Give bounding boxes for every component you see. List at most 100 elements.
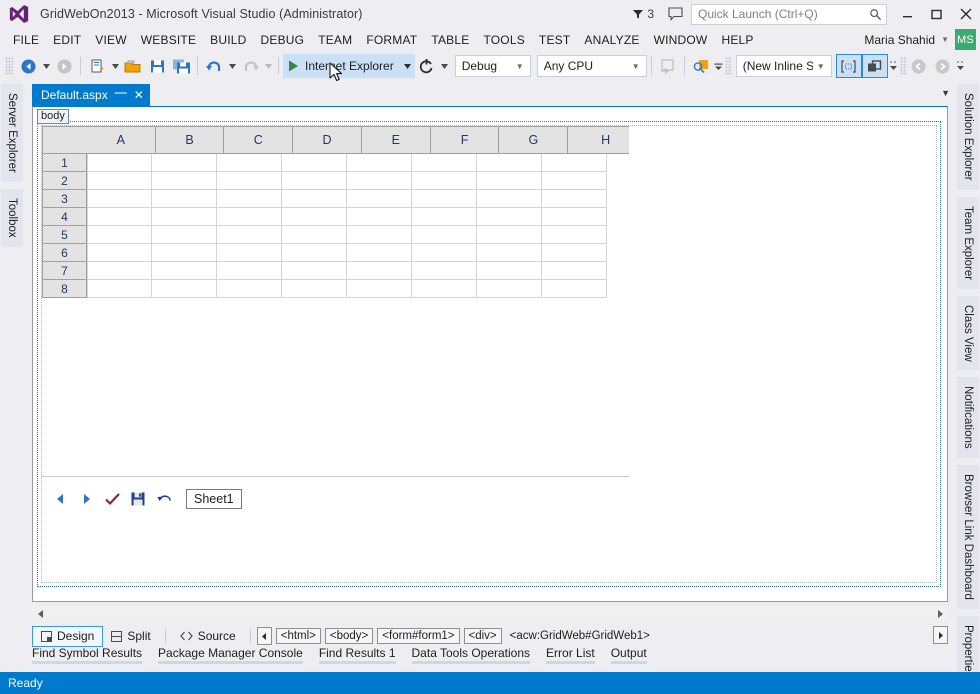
cell-e8[interactable] <box>347 280 412 298</box>
menu-item-tools[interactable]: TOOLS <box>476 31 531 49</box>
cell-e3[interactable] <box>347 190 412 208</box>
menu-item-website[interactable]: WEBSITE <box>134 31 203 49</box>
cell-e2[interactable] <box>347 172 412 190</box>
cell-e4[interactable] <box>347 208 412 226</box>
cell-h2[interactable] <box>542 172 607 190</box>
select-tag-toggle[interactable] <box>835 54 862 78</box>
refresh-button[interactable] <box>415 54 439 78</box>
undo-grid-button[interactable] <box>156 490 172 508</box>
maximize-button[interactable] <box>922 1 951 27</box>
row-header-6[interactable]: 6 <box>42 244 87 262</box>
cell-e7[interactable] <box>347 262 412 280</box>
breadcrumb-div[interactable]: <div> <box>463 628 502 644</box>
chevron-down-icon[interactable]: ▼ <box>628 62 644 71</box>
column-header-c[interactable]: C <box>224 126 294 154</box>
cell-g7[interactable] <box>477 262 542 280</box>
column-header-d[interactable]: D <box>293 126 362 154</box>
bottom-tab-package-manager-console[interactable]: Package Manager Console <box>150 644 311 664</box>
toolbar-overflow-grip-2[interactable] <box>899 57 907 75</box>
cell-b3[interactable] <box>152 190 217 208</box>
breadcrumb-next-button[interactable] <box>933 626 948 644</box>
find-in-files-button[interactable] <box>689 54 713 78</box>
cell-f5[interactable] <box>412 226 477 244</box>
redo-button[interactable] <box>238 54 262 78</box>
cell-f2[interactable] <box>412 172 477 190</box>
redo-dropdown[interactable] <box>262 54 274 78</box>
menu-item-analyze[interactable]: ANALYZE <box>577 31 646 49</box>
search-icon[interactable] <box>869 8 882 21</box>
refresh-dropdown[interactable] <box>439 54 451 78</box>
avatar[interactable]: MS <box>955 29 976 50</box>
cell-a4[interactable] <box>87 208 152 226</box>
row-header-7[interactable]: 7 <box>42 262 87 280</box>
cell-c2[interactable] <box>217 172 282 190</box>
cell-b5[interactable] <box>152 226 217 244</box>
gridweb-control[interactable]: A B C D E F G H 1 2 3 4 5 6 7 8 Sheet1 <box>42 126 644 524</box>
gridweb-vertical-scrollbar[interactable] <box>629 126 644 524</box>
new-item-dropdown[interactable] <box>109 54 121 78</box>
notification-indicator[interactable]: 3 <box>632 7 654 21</box>
cell-g6[interactable] <box>477 244 542 262</box>
row-header-5[interactable]: 5 <box>42 226 87 244</box>
cell-a5[interactable] <box>87 226 152 244</box>
cell-f6[interactable] <box>412 244 477 262</box>
menu-item-edit[interactable]: EDIT <box>46 31 88 49</box>
cell-b1[interactable] <box>152 154 217 172</box>
column-header-b[interactable]: B <box>155 126 225 154</box>
cell-h3[interactable] <box>542 190 607 208</box>
chevron-down-icon[interactable]: ▼ <box>512 62 528 71</box>
cell-c5[interactable] <box>217 226 282 244</box>
menu-item-build[interactable]: BUILD <box>203 31 253 49</box>
cell-d2[interactable] <box>282 172 347 190</box>
designer-horizontal-scrollbar[interactable] <box>32 606 948 622</box>
open-file-button[interactable] <box>121 54 145 78</box>
cell-h6[interactable] <box>542 244 607 262</box>
cell-d6[interactable] <box>282 244 347 262</box>
quick-launch-box[interactable] <box>691 3 887 25</box>
dock-tab-server-explorer[interactable]: Server Explorer <box>1 84 23 182</box>
close-icon[interactable]: ✕ <box>134 89 144 101</box>
column-header-e[interactable]: E <box>361 126 431 154</box>
cell-e1[interactable] <box>347 154 412 172</box>
start-debug-dropdown[interactable] <box>399 54 415 78</box>
style-overflow-button[interactable] <box>888 54 900 78</box>
save-all-button[interactable] <box>169 54 193 78</box>
navigate-forward-button[interactable] <box>52 54 76 78</box>
chevron-down-icon[interactable]: ▼ <box>941 35 949 44</box>
cell-f3[interactable] <box>412 190 477 208</box>
cell-d1[interactable] <box>282 154 347 172</box>
cell-e5[interactable] <box>347 226 412 244</box>
cell-h5[interactable] <box>542 226 607 244</box>
document-tab-default-aspx[interactable]: Default.aspx ⎻ ✕ <box>32 84 150 106</box>
undo-button[interactable] <box>202 54 226 78</box>
gridweb-select-all-corner[interactable] <box>42 126 87 154</box>
bottom-tab-find-symbol-results[interactable]: Find Symbol Results <box>24 644 150 664</box>
chevron-down-icon[interactable]: ▼ <box>813 62 829 71</box>
sheet-tab-sheet1[interactable]: Sheet1 <box>186 489 242 509</box>
close-button[interactable] <box>951 1 980 27</box>
cell-c6[interactable] <box>217 244 282 262</box>
breadcrumb-body[interactable]: <body> <box>324 628 374 644</box>
cell-a7[interactable] <box>87 262 152 280</box>
cell-g5[interactable] <box>477 226 542 244</box>
bottom-tab-data-tools-operations[interactable]: Data Tools Operations <box>404 644 539 664</box>
new-item-button[interactable] <box>85 54 109 78</box>
cell-b2[interactable] <box>152 172 217 190</box>
cell-c7[interactable] <box>217 262 282 280</box>
next-sheet-button[interactable] <box>78 490 94 508</box>
toolbar-grip[interactable] <box>5 57 13 75</box>
bottom-tab-output[interactable]: Output <box>603 644 655 664</box>
cell-d5[interactable] <box>282 226 347 244</box>
platform-combo[interactable]: Any CPU ▼ <box>536 55 647 77</box>
cell-g2[interactable] <box>477 172 542 190</box>
design-surface[interactable]: body A B C D E F G H 1 2 3 4 5 6 7 8 She… <box>32 106 948 602</box>
column-header-g[interactable]: G <box>499 126 569 154</box>
save-grid-button[interactable] <box>130 490 146 508</box>
cell-b7[interactable] <box>152 262 217 280</box>
dock-tab-browser-link-dashboard[interactable]: Browser Link Dashboard <box>957 465 979 609</box>
row-header-1[interactable]: 1 <box>42 154 87 172</box>
step-into-button[interactable] <box>656 54 680 78</box>
cell-d3[interactable] <box>282 190 347 208</box>
menu-item-file[interactable]: FILE <box>6 31 46 49</box>
menu-item-help[interactable]: HELP <box>714 31 760 49</box>
